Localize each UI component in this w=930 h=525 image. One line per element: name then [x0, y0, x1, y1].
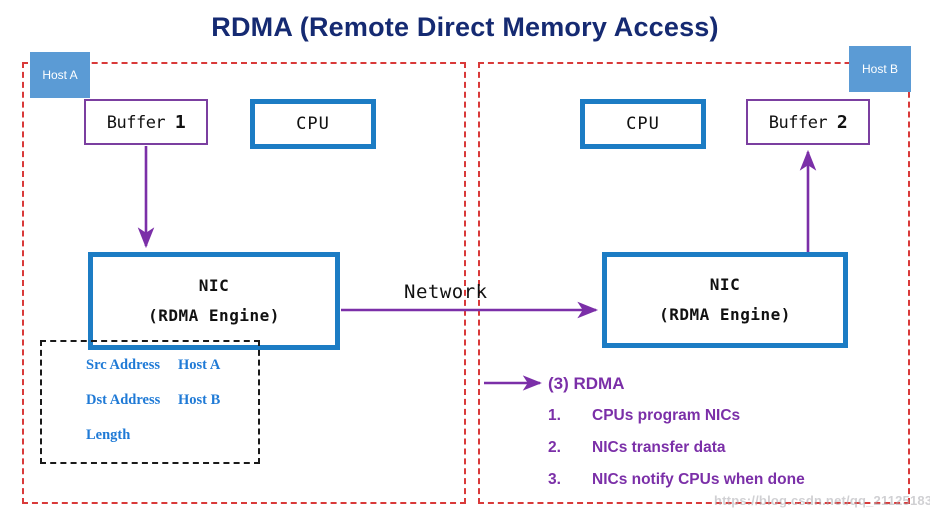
host-a-badge: Host A — [30, 52, 90, 98]
nic-a-line2: (RDMA Engine) — [148, 306, 280, 325]
host-a-badge-label: Host A — [42, 68, 78, 82]
descriptor-row: Length — [86, 427, 276, 444]
descriptor-key: Dst Address — [86, 392, 161, 408]
buffer-1-box: Buffer 1 — [84, 99, 208, 145]
nic-b-line1: NIC — [709, 274, 741, 294]
buffer-2-label: Buffer 2 — [768, 111, 848, 133]
network-label: Network — [404, 281, 488, 303]
rdma-descriptor-fields: Src Address Host A Dst Address Host B Le… — [86, 357, 276, 462]
host-b-badge: Host B — [849, 46, 911, 92]
host-b-badge-label: Host B — [861, 62, 898, 76]
descriptor-key: Length — [86, 427, 131, 443]
buffer-2-box: Buffer 2 — [746, 99, 870, 145]
rdma-step-text: NICs notify CPUs when done — [592, 471, 805, 488]
diagram-canvas: RDMA (Remote Direct Memory Access) Host … — [0, 0, 930, 525]
nic-a-line1: NIC — [198, 275, 230, 295]
page-title: RDMA (Remote Direct Memory Access) — [211, 12, 719, 42]
cpu-b-box: CPU — [580, 99, 706, 149]
cpu-b-label: CPU — [626, 114, 660, 134]
rdma-step-item: 2. NICs transfer data — [548, 439, 888, 457]
rdma-step-number: 1. — [548, 407, 561, 424]
watermark-text: https://blog.csdn.net/qq_21125183 — [714, 493, 930, 508]
rdma-steps-list: 1. CPUs program NICs 2. NICs transfer da… — [548, 407, 888, 503]
buffer-1-label: Buffer 1 — [106, 111, 186, 133]
rdma-step-number: 2. — [548, 439, 561, 456]
descriptor-value: Host B — [178, 392, 221, 408]
cpu-a-box: CPU — [250, 99, 376, 149]
descriptor-value: Host A — [178, 357, 221, 373]
cpu-a-label: CPU — [296, 114, 330, 134]
nic-b-box: NIC (RDMA Engine) — [602, 252, 848, 348]
nic-b-line2: (RDMA Engine) — [659, 305, 791, 324]
rdma-step-text: CPUs program NICs — [592, 407, 741, 424]
descriptor-row: Dst Address Host B — [86, 392, 276, 409]
descriptor-key: Src Address — [86, 357, 160, 373]
nic-a-box: NIC (RDMA Engine) — [88, 252, 340, 350]
descriptor-row: Src Address Host A — [86, 357, 276, 374]
rdma-step-text: NICs transfer data — [592, 439, 726, 456]
rdma-step-item: 3. NICs notify CPUs when done — [548, 471, 888, 489]
rdma-step-number: 3. — [548, 471, 561, 488]
rdma-heading: (3) RDMA — [548, 374, 625, 393]
rdma-step-item: 1. CPUs program NICs — [548, 407, 888, 425]
